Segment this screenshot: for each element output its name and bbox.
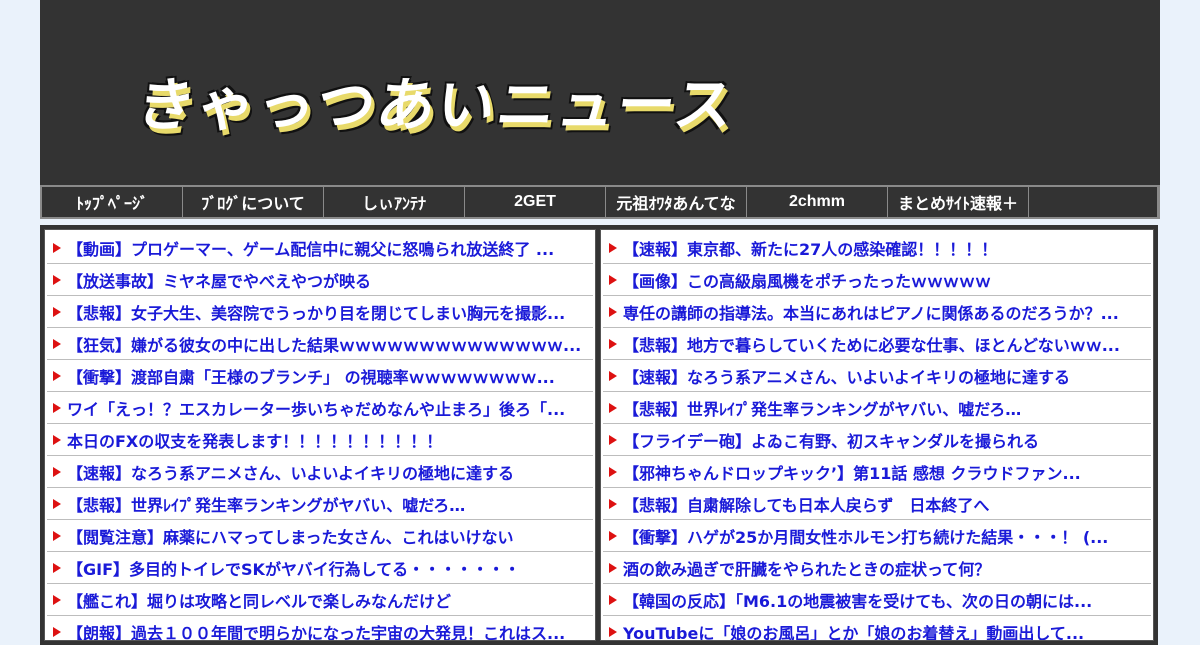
red-triangle-bullet-icon xyxy=(53,466,61,477)
red-triangle-bullet-icon xyxy=(53,594,61,605)
list-item[interactable]: 【画像】この高級扇風機をポチったったｗｗｗｗｗ xyxy=(603,264,1151,296)
list-item[interactable]: 専任の講師の指導法。本当にあれはピアノに関係あるのだろうか？... xyxy=(603,296,1151,328)
article-link[interactable]: 【速報】東京都、新たに27人の感染確認！！！！！ xyxy=(623,236,997,260)
red-triangle-bullet-icon xyxy=(53,306,61,317)
red-triangle-bullet-icon xyxy=(53,562,61,573)
article-link[interactable]: 【悲報】自粛解除しても日本人戻らず 日本終了へ xyxy=(623,492,989,516)
article-link[interactable]: 【フライデー砲】よゐこ有野、初スキャンダルを撮られる xyxy=(623,428,1039,452)
article-link[interactable]: ワイ「えっ！？エスカレーター歩いちゃだめなんや止まろ」後ろ「... xyxy=(67,396,565,420)
red-triangle-bullet-icon xyxy=(609,402,617,413)
right-article-list: 【速報】東京都、新たに27人の感染確認！！！！！ 【画像】この高級扇風機をポチった… xyxy=(600,229,1154,641)
article-link[interactable]: 酒の飲み過ぎで肝臓をやられたときの症状って何？ xyxy=(623,556,990,580)
list-item[interactable]: 【悲報】女子大生、美容院でうっかり目を閉じてしまい胸元を撮影... xyxy=(47,296,593,328)
list-item[interactable]: 【速報】なろう系アニメさん、いよいよイキリの極地に達する xyxy=(47,456,593,488)
list-item[interactable]: 【邪神ちゃんドロップキック’】第11話 感想 クラウドファン... xyxy=(603,456,1151,488)
article-link[interactable]: 【画像】この高級扇風機をポチったったｗｗｗｗｗ xyxy=(623,268,991,292)
article-link[interactable]: 【悲報】世界ﾚｲﾌﾟ発生率ランキングがヤバい、嘘だろ… xyxy=(623,396,1021,420)
list-item[interactable]: 【GIF】多目的トイレでSKがヤバイ行為してる・・・・・・・ xyxy=(47,552,593,584)
list-item[interactable]: 酒の飲み過ぎで肝臓をやられたときの症状って何？ xyxy=(603,552,1151,584)
article-link[interactable]: 【閲覧注意】麻薬にハマってしまった女さん、これはいけない xyxy=(67,524,514,548)
page: きゃっつあいニュース ﾄｯﾌﾟﾍﾟｰｼﾞ ﾌﾞﾛｸﾞについて しぃｱﾝﾃﾅ 2G… xyxy=(40,0,1160,645)
nav-item-top-page[interactable]: ﾄｯﾌﾟﾍﾟｰｼﾞ xyxy=(42,187,183,217)
red-triangle-bullet-icon xyxy=(53,338,61,349)
list-item[interactable]: 本日のFXの収支を発表します！！！！！！！！！！ xyxy=(47,424,593,456)
article-link[interactable]: 【速報】なろう系アニメさん、いよいよイキリの極地に達する xyxy=(623,364,1070,388)
red-triangle-bullet-icon xyxy=(609,466,617,477)
article-link[interactable]: 【狂気】嫌がる彼女の中に出した結果ｗｗｗｗｗｗｗｗｗｗｗｗｗｗ... xyxy=(67,332,581,356)
article-link[interactable]: 【悲報】世界ﾚｲﾌﾟ発生率ランキングがヤバい、嘘だろ… xyxy=(67,492,465,516)
red-triangle-bullet-icon xyxy=(609,530,617,541)
list-item[interactable]: 【悲報】地方で暮らしていくために必要な仕事、ほとんどないｗｗ... xyxy=(603,328,1151,360)
article-link[interactable]: 【動画】プロゲーマー、ゲーム配信中に親父に怒鳴られ放送終了 ... xyxy=(67,236,554,260)
list-item[interactable]: 【衝撃】渡部自粛「王様のブランチ」 の視聴率ｗｗｗｗｗｗｗｗ... xyxy=(47,360,593,392)
list-item[interactable]: 【速報】なろう系アニメさん、いよいよイキリの極地に達する xyxy=(603,360,1151,392)
list-item[interactable]: 【動画】プロゲーマー、ゲーム配信中に親父に怒鳴られ放送終了 ... xyxy=(47,232,593,264)
article-link[interactable]: 【衝撃】ハゲが25か月間女性ホルモン打ち続けた結果・・・！ (... xyxy=(623,524,1108,548)
top-navigation: ﾄｯﾌﾟﾍﾟｰｼﾞ ﾌﾞﾛｸﾞについて しぃｱﾝﾃﾅ 2GET 元祖ｵﾜﾀあんて… xyxy=(40,185,1160,219)
nav-item-shii-antenna[interactable]: しぃｱﾝﾃﾅ xyxy=(324,187,465,217)
article-link[interactable]: 本日のFXの収支を発表します！！！！！！！！！！ xyxy=(67,428,442,452)
nav-item-about-blog[interactable]: ﾌﾞﾛｸﾞについて xyxy=(183,187,324,217)
red-triangle-bullet-icon xyxy=(609,242,617,253)
list-item[interactable]: 【狂気】嫌がる彼女の中に出した結果ｗｗｗｗｗｗｗｗｗｗｗｗｗｗ... xyxy=(47,328,593,360)
list-item[interactable]: YouTubeに「娘のお風呂」とか「娘のお着替え」動画出して... xyxy=(603,616,1151,641)
red-triangle-bullet-icon xyxy=(53,370,61,381)
article-link[interactable]: 【悲報】女子大生、美容院でうっかり目を閉じてしまい胸元を撮影... xyxy=(67,300,565,324)
red-triangle-bullet-icon xyxy=(609,594,617,605)
red-triangle-bullet-icon xyxy=(53,274,61,285)
red-triangle-bullet-icon xyxy=(53,402,61,413)
site-logo[interactable]: きゃっつあいニュース xyxy=(132,58,741,142)
article-link[interactable]: YouTubeに「娘のお風呂」とか「娘のお着替え」動画出して... xyxy=(623,620,1084,641)
article-link[interactable]: 【悲報】地方で暮らしていくために必要な仕事、ほとんどないｗｗ... xyxy=(623,332,1120,356)
article-link[interactable]: 【放送事故】ミヤネ屋でやべえやつが映る xyxy=(67,268,371,292)
list-item[interactable]: 【朗報】過去１００年間で明らかになった宇宙の大発見！これはス... xyxy=(47,616,593,641)
red-triangle-bullet-icon xyxy=(53,626,61,637)
nav-item-2get[interactable]: 2GET xyxy=(465,187,606,217)
red-triangle-bullet-icon xyxy=(609,626,617,637)
list-item[interactable]: ワイ「えっ！？エスカレーター歩いちゃだめなんや止まろ」後ろ「... xyxy=(47,392,593,424)
red-triangle-bullet-icon xyxy=(53,530,61,541)
red-triangle-bullet-icon xyxy=(609,370,617,381)
nav-item-matome-site-sokuhou[interactable]: まとめｻｲﾄ速報＋ xyxy=(888,187,1029,217)
nav-item-empty xyxy=(1029,187,1158,217)
red-triangle-bullet-icon xyxy=(53,434,61,445)
article-link[interactable]: 【速報】なろう系アニメさん、いよいよイキリの極地に達する xyxy=(67,460,514,484)
list-item[interactable]: 【閲覧注意】麻薬にハマってしまった女さん、これはいけない xyxy=(47,520,593,552)
article-link[interactable]: 【衝撃】渡部自粛「王様のブランチ」 の視聴率ｗｗｗｗｗｗｗｗ... xyxy=(67,364,555,388)
red-triangle-bullet-icon xyxy=(53,242,61,253)
list-item[interactable]: 【悲報】自粛解除しても日本人戻らず 日本終了へ xyxy=(603,488,1151,520)
article-link-area: 【動画】プロゲーマー、ゲーム配信中に親父に怒鳴られ放送終了 ... 【放送事故】ミ… xyxy=(40,225,1158,645)
list-item[interactable]: 【放送事故】ミヤネ屋でやべえやつが映る xyxy=(47,264,593,296)
red-triangle-bullet-icon xyxy=(609,274,617,285)
article-link[interactable]: 【艦これ】堀りは攻略と同レベルで楽しみなんだけど xyxy=(67,588,451,612)
red-triangle-bullet-icon xyxy=(53,498,61,509)
red-triangle-bullet-icon xyxy=(609,434,617,445)
article-link[interactable]: 【韓国の反応】「M6.1の地震被害を受けても、次の日の朝には... xyxy=(623,588,1092,612)
red-triangle-bullet-icon xyxy=(609,306,617,317)
article-link[interactable]: 【GIF】多目的トイレでSKがヤバイ行為してる・・・・・・・ xyxy=(67,556,520,580)
nav-item-2chmm[interactable]: 2chmm xyxy=(747,187,888,217)
red-triangle-bullet-icon xyxy=(609,562,617,573)
list-item[interactable]: 【悲報】世界ﾚｲﾌﾟ発生率ランキングがヤバい、嘘だろ… xyxy=(603,392,1151,424)
list-item[interactable]: 【速報】東京都、新たに27人の感染確認！！！！！ xyxy=(603,232,1151,264)
article-link[interactable]: 【邪神ちゃんドロップキック’】第11話 感想 クラウドファン... xyxy=(623,460,1081,484)
nav-item-ganso-owata-antenna[interactable]: 元祖ｵﾜﾀあんてな xyxy=(606,187,747,217)
list-item[interactable]: 【悲報】世界ﾚｲﾌﾟ発生率ランキングがヤバい、嘘だろ… xyxy=(47,488,593,520)
list-item[interactable]: 【韓国の反応】「M6.1の地震被害を受けても、次の日の朝には... xyxy=(603,584,1151,616)
article-link[interactable]: 【朗報】過去１００年間で明らかになった宇宙の大発見！これはス... xyxy=(67,620,565,641)
site-header-banner: きゃっつあいニュース xyxy=(40,0,1160,185)
list-item[interactable]: 【艦これ】堀りは攻略と同レベルで楽しみなんだけど xyxy=(47,584,593,616)
article-link[interactable]: 専任の講師の指導法。本当にあれはピアノに関係あるのだろうか？... xyxy=(623,300,1119,324)
red-triangle-bullet-icon xyxy=(609,338,617,349)
left-article-list: 【動画】プロゲーマー、ゲーム配信中に親父に怒鳴られ放送終了 ... 【放送事故】ミ… xyxy=(44,229,596,641)
list-item[interactable]: 【フライデー砲】よゐこ有野、初スキャンダルを撮られる xyxy=(603,424,1151,456)
red-triangle-bullet-icon xyxy=(609,498,617,509)
list-item[interactable]: 【衝撃】ハゲが25か月間女性ホルモン打ち続けた結果・・・！ (... xyxy=(603,520,1151,552)
